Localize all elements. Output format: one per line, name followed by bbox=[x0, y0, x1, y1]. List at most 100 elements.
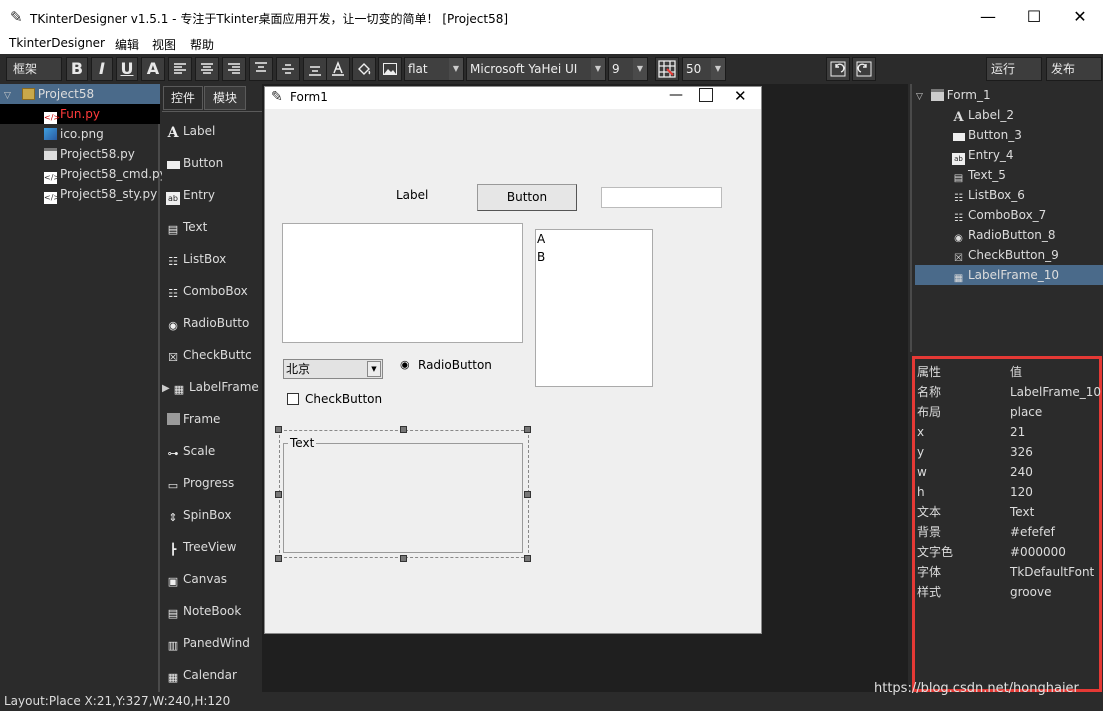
underline-button[interactable]: U bbox=[116, 57, 138, 81]
radio-icon[interactable]: ◉ bbox=[400, 358, 410, 371]
tree-file[interactable]: ico.png bbox=[0, 124, 160, 144]
tree-root-project[interactable]: ▽ Project58 bbox=[0, 84, 160, 104]
form-text[interactable] bbox=[282, 223, 523, 343]
property-value[interactable]: Text bbox=[1010, 502, 1034, 522]
align-middle-icon[interactable] bbox=[276, 57, 300, 81]
listbox-item[interactable]: A bbox=[537, 232, 652, 250]
form-title-bar[interactable]: ✎ Form1 — ✕ bbox=[265, 87, 761, 109]
form-maximize-icon[interactable] bbox=[699, 88, 713, 102]
tree-file[interactable]: </>Project58_sty.py bbox=[0, 184, 160, 204]
checkbox-icon[interactable] bbox=[287, 393, 299, 405]
zoom-spin[interactable]: 50 ▼ bbox=[682, 57, 726, 81]
resize-handle[interactable] bbox=[275, 426, 282, 433]
palette-item-text[interactable]: ▤ Text bbox=[166, 217, 262, 237]
property-value[interactable]: 240 bbox=[1010, 462, 1033, 482]
object-tree-root[interactable]: ▽ Form_1 bbox=[916, 85, 991, 105]
menu-help[interactable]: 帮助 bbox=[190, 36, 214, 53]
publish-button[interactable]: 发布 bbox=[1046, 57, 1102, 81]
resize-handle[interactable] bbox=[524, 491, 531, 498]
menu-view[interactable]: 视图 bbox=[152, 36, 176, 53]
palette-item-labelframe[interactable]: ▶ ▦ LabelFrame bbox=[162, 377, 262, 397]
palette-item-frame[interactable]: Frame bbox=[166, 409, 262, 429]
palette-item-combobox[interactable]: ☷ ComboBox bbox=[166, 281, 262, 301]
object-tree-item[interactable]: Button_3 bbox=[952, 125, 1022, 145]
menu-tkinterdesigner[interactable]: TkinterDesigner bbox=[9, 36, 105, 50]
form-combobox[interactable]: 北京 ▼ bbox=[283, 359, 383, 379]
object-tree-item-selected[interactable]: ▦ LabelFrame_10 bbox=[915, 265, 1103, 285]
object-tree-item[interactable]: ◉ RadioButton_8 bbox=[952, 225, 1055, 245]
tree-file[interactable]: </>Project58_cmd.py bbox=[0, 164, 167, 184]
object-tree-item[interactable]: ▤ Text_5 bbox=[952, 165, 1006, 185]
close-button[interactable]: ✕ bbox=[1057, 0, 1103, 34]
property-value[interactable]: LabelFrame_10 bbox=[1010, 382, 1101, 402]
font-select[interactable]: Microsoft YaHei UI ▼ bbox=[466, 57, 606, 81]
minimize-button[interactable]: — bbox=[965, 0, 1011, 34]
align-top-icon[interactable] bbox=[249, 57, 273, 81]
run-button[interactable]: 运行 bbox=[986, 57, 1042, 81]
font-color-icon[interactable] bbox=[326, 57, 350, 81]
undo-icon[interactable] bbox=[826, 57, 850, 81]
align-left-icon[interactable] bbox=[168, 57, 192, 81]
object-tree-item[interactable]: ☷ ComboBox_7 bbox=[952, 205, 1046, 225]
object-tree-item[interactable]: ☷ ListBox_6 bbox=[952, 185, 1025, 205]
property-value[interactable]: #000000 bbox=[1010, 542, 1066, 562]
property-value[interactable]: 120 bbox=[1010, 482, 1033, 502]
italic-button[interactable]: I bbox=[91, 57, 113, 81]
property-value[interactable]: 21 bbox=[1010, 422, 1025, 442]
form-button[interactable]: Button bbox=[477, 184, 577, 211]
resize-handle[interactable] bbox=[524, 426, 531, 433]
resize-handle[interactable] bbox=[400, 426, 407, 433]
palette-item-notebook[interactable]: ▤ NoteBook bbox=[166, 601, 262, 621]
palette-item-radiobutton[interactable]: ◉ RadioButto bbox=[166, 313, 262, 333]
tab-modules[interactable]: 模块 bbox=[204, 86, 246, 110]
menu-edit[interactable]: 编辑 bbox=[115, 36, 139, 53]
property-value[interactable]: 326 bbox=[1010, 442, 1033, 462]
palette-item-label[interactable]: A Label bbox=[166, 121, 262, 141]
form-entry[interactable] bbox=[601, 187, 722, 208]
align-right-icon[interactable] bbox=[222, 57, 246, 81]
resize-handle[interactable] bbox=[275, 555, 282, 562]
tree-file[interactable]: Project58.py bbox=[0, 144, 160, 164]
palette-item-treeview[interactable]: ┣ TreeView bbox=[166, 537, 262, 557]
fill-color-icon[interactable] bbox=[352, 57, 376, 81]
chevron-down-icon[interactable]: ▼ bbox=[367, 361, 381, 377]
frame-button[interactable]: 框架 bbox=[6, 57, 62, 81]
property-value[interactable]: place bbox=[1010, 402, 1042, 422]
palette-item-checkbutton[interactable]: ☒ CheckButtc bbox=[166, 345, 262, 365]
align-bottom-icon[interactable] bbox=[303, 57, 327, 81]
palette-item-button[interactable]: Button bbox=[166, 153, 262, 173]
redo-icon[interactable] bbox=[852, 57, 876, 81]
text-style-button[interactable]: A bbox=[141, 57, 165, 81]
form-listbox[interactable]: A B bbox=[535, 229, 653, 387]
resize-handle[interactable] bbox=[275, 491, 282, 498]
form-close-icon[interactable]: ✕ bbox=[734, 87, 747, 105]
palette-item-scale[interactable]: ⊶ Scale bbox=[166, 441, 262, 461]
property-value[interactable]: TkDefaultFont bbox=[1010, 562, 1094, 582]
palette-item-spinbox[interactable]: ⇕ SpinBox bbox=[166, 505, 262, 525]
property-value[interactable]: groove bbox=[1010, 582, 1051, 602]
background-image-icon[interactable] bbox=[378, 57, 402, 81]
tree-file[interactable]: </>Fun.py bbox=[0, 104, 160, 124]
palette-item-progress[interactable]: ▭ Progress bbox=[166, 473, 262, 493]
palette-item-listbox[interactable]: ☷ ListBox bbox=[166, 249, 262, 269]
form-minimize-icon[interactable]: — bbox=[669, 87, 683, 103]
object-tree-item[interactable]: ab Entry_4 bbox=[952, 145, 1014, 165]
align-center-icon[interactable] bbox=[195, 57, 219, 81]
maximize-button[interactable]: ☐ bbox=[1011, 0, 1057, 34]
palette-item-canvas[interactable]: ▣ Canvas bbox=[166, 569, 262, 589]
form-radiobutton[interactable]: RadioButton bbox=[418, 358, 492, 372]
palette-item-panedwindow[interactable]: ▥ PanedWind bbox=[166, 633, 262, 653]
expand-icon[interactable]: ▽ bbox=[0, 86, 14, 106]
resize-handle[interactable] bbox=[400, 555, 407, 562]
form-window[interactable]: ✎ Form1 — ✕ Label Button A B 北京 ▼ ◉ Radi… bbox=[264, 86, 762, 634]
font-size-select[interactable]: 9 ▼ bbox=[608, 57, 648, 81]
object-tree-item[interactable]: A Label_2 bbox=[952, 105, 1014, 125]
object-tree-item[interactable]: ☒ CheckButton_9 bbox=[952, 245, 1059, 265]
form-checkbutton[interactable]: CheckButton bbox=[305, 392, 382, 406]
tab-controls[interactable]: 控件 bbox=[163, 86, 203, 110]
expand-icon[interactable]: ▽ bbox=[916, 92, 923, 102]
listbox-item[interactable]: B bbox=[537, 250, 652, 268]
relief-select[interactable]: flat ▼ bbox=[404, 57, 464, 81]
grid-icon[interactable] bbox=[655, 57, 679, 81]
property-value[interactable]: #efefef bbox=[1010, 522, 1055, 542]
